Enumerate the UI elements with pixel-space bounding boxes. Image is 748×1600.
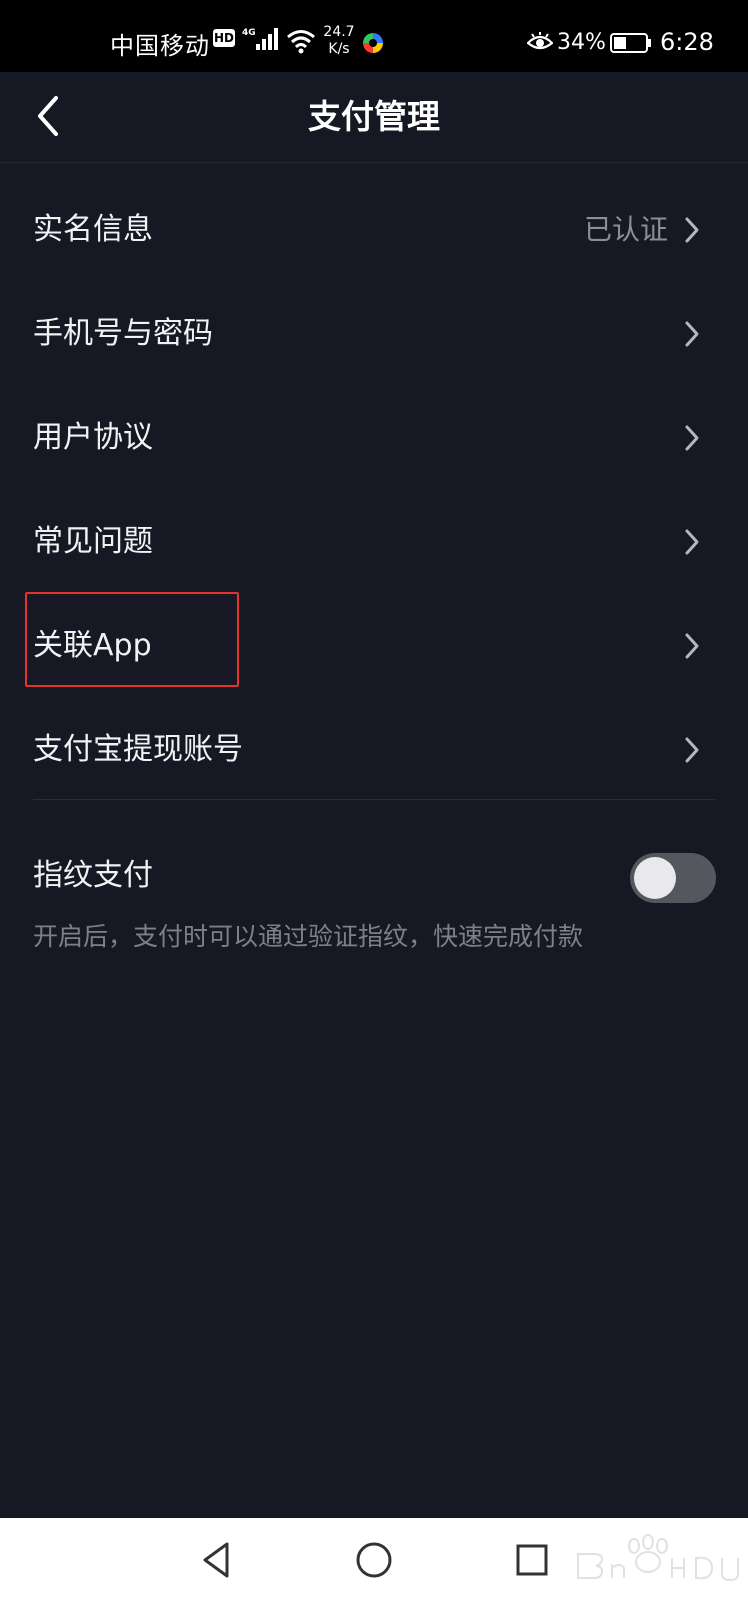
menu-item-label: 常见问题 <box>33 524 153 559</box>
network-speed-unit: K/s <box>328 41 350 57</box>
battery-icon <box>610 33 651 53</box>
battery-percent: 34% <box>557 30 606 55</box>
triangle-back-icon[interactable] <box>195 1538 239 1582</box>
wifi-icon <box>287 30 315 54</box>
menu-item-user-agreement[interactable]: 用户协议 <box>0 386 748 490</box>
chevron-right-icon <box>685 425 699 451</box>
menu-item-label: 用户协议 <box>33 420 153 455</box>
menu-item-phone-password[interactable]: 手机号与密码 <box>0 282 748 386</box>
watermark-logo <box>577 1534 739 1582</box>
nav-header: 支付管理 <box>0 72 748 163</box>
hd-icon: HD <box>213 29 235 47</box>
toggle-knob <box>634 857 676 899</box>
app-notification-icon <box>363 33 383 53</box>
fingerprint-payment-toggle[interactable] <box>630 853 716 903</box>
status-bar: 中国移动 HD 4G 24.7 K/s 34% 6:28 <box>0 0 748 72</box>
fingerprint-payment-label: 指纹支付 <box>33 858 153 893</box>
fingerprint-payment-row: 指纹支付 <box>0 836 748 916</box>
menu-item-real-name-info[interactable]: 实名信息 已认证 <box>0 178 748 282</box>
menu-item-label: 支付宝提现账号 <box>33 732 243 767</box>
chevron-right-icon <box>685 633 699 659</box>
chevron-right-icon <box>685 529 699 555</box>
network-speed: 24.7 K/s <box>322 24 356 58</box>
settings-menu: 实名信息 已认证 手机号与密码 用户协议 常见问题 关联App 支付宝提现账号 <box>0 178 748 802</box>
circle-home-icon[interactable] <box>352 1538 396 1582</box>
chevron-left-icon <box>38 96 58 136</box>
fingerprint-payment-description: 开启后，支付时可以通过验证指纹，快速完成付款 <box>33 922 584 951</box>
section-divider <box>33 799 715 800</box>
payment-management-screen: 中国移动 HD 4G 24.7 K/s 34% 6:28 支付管理 实名信息 已… <box>0 0 748 1600</box>
eye-comfort-icon <box>527 32 553 50</box>
back-button[interactable] <box>28 90 72 142</box>
page-title: 支付管理 <box>308 97 440 136</box>
verification-status: 已认证 <box>583 213 668 246</box>
chevron-right-icon <box>685 217 699 243</box>
network-speed-value: 24.7 <box>323 24 355 40</box>
menu-item-label: 关联App <box>33 628 152 663</box>
carrier-name: 中国移动 <box>110 32 210 60</box>
square-recents-icon[interactable] <box>510 1538 554 1582</box>
chevron-right-icon <box>685 737 699 763</box>
menu-item-faq[interactable]: 常见问题 <box>0 490 748 594</box>
svg-text:4G: 4G <box>242 28 256 38</box>
clock: 6:28 <box>660 28 714 56</box>
signal-4g-icon: 4G <box>242 28 278 50</box>
menu-item-label: 手机号与密码 <box>33 316 213 351</box>
menu-item-linked-app[interactable]: 关联App <box>0 594 748 698</box>
chevron-right-icon <box>685 321 699 347</box>
menu-item-label: 实名信息 <box>33 212 153 247</box>
menu-item-alipay-withdraw-account[interactable]: 支付宝提现账号 <box>0 698 748 802</box>
